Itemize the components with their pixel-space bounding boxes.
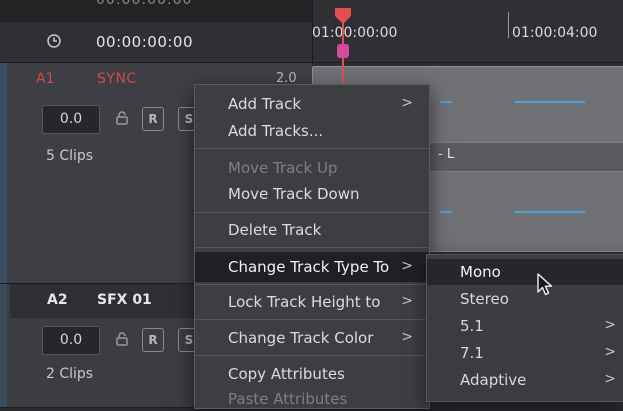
submenu-item-7-1[interactable]: 7.1 > bbox=[427, 340, 623, 366]
waveform-segment bbox=[440, 101, 452, 103]
chevron-right-icon: > bbox=[604, 317, 616, 333]
submenu-item-stereo[interactable]: Stereo bbox=[427, 286, 623, 312]
playhead-handle[interactable] bbox=[334, 8, 352, 24]
menu-item-copy-attributes[interactable]: Copy Attributes bbox=[195, 362, 429, 386]
menu-separator bbox=[195, 148, 429, 149]
track-a2-clip-count: 2 Clips bbox=[46, 366, 94, 382]
menu-item-add-track[interactable]: Add Track > bbox=[195, 92, 429, 116]
menu-separator bbox=[195, 212, 429, 213]
track-a2-record-button[interactable]: R bbox=[142, 328, 164, 352]
track-a1-volume-field[interactable]: 0.0 bbox=[42, 105, 100, 134]
track-a2-name[interactable]: SFX 01 bbox=[97, 292, 152, 308]
top-timecode-row: 00:00:00:00 bbox=[0, 0, 312, 23]
menu-separator bbox=[195, 247, 429, 248]
track-a2-code: A2 bbox=[47, 292, 68, 308]
track-a1-code: A1 bbox=[36, 71, 55, 87]
chevron-right-icon: > bbox=[401, 329, 413, 345]
menu-item-add-tracks[interactable]: Add Tracks... bbox=[195, 119, 429, 143]
menu-item-paste-attributes[interactable]: Paste Attributes bbox=[195, 387, 429, 411]
menu-item-change-track-type[interactable]: Change Track Type To > bbox=[195, 252, 429, 282]
chevron-right-icon: > bbox=[604, 344, 616, 360]
clipped-timecode: 00:00:00:00 bbox=[96, 0, 193, 8]
ruler-timecode-1: 01:00:00:00 bbox=[312, 25, 398, 41]
lock-icon[interactable] bbox=[114, 331, 130, 347]
track-a2-color-strip bbox=[0, 284, 7, 407]
track-a1-clip-count: 5 Clips bbox=[46, 148, 94, 164]
submenu-item-mono[interactable]: Mono bbox=[427, 259, 623, 285]
menu-item-lock-track-height[interactable]: Lock Track Height to > bbox=[195, 290, 429, 314]
timeline-marker[interactable] bbox=[337, 44, 349, 58]
submenu-item-adaptive[interactable]: Adaptive > bbox=[427, 367, 623, 393]
ruler-timecode-2: 01:00:04:00 bbox=[512, 25, 598, 41]
lock-icon[interactable] bbox=[114, 110, 130, 126]
menu-item-move-track-down[interactable]: Move Track Down bbox=[195, 182, 429, 206]
menu-separator bbox=[195, 355, 429, 356]
menu-item-delete-track[interactable]: Delete Track bbox=[195, 218, 429, 242]
mouse-cursor-icon bbox=[537, 273, 553, 296]
track-a1-name[interactable]: SYNC bbox=[97, 71, 137, 87]
clock-icon bbox=[47, 34, 61, 48]
track-a2-volume-field[interactable]: 0.0 bbox=[42, 326, 100, 355]
chevron-right-icon: > bbox=[401, 293, 413, 309]
submenu-item-5-1[interactable]: 5.1 > bbox=[427, 313, 623, 339]
timecode-row: 00:00:00:00 bbox=[0, 22, 312, 63]
waveform-segment bbox=[440, 211, 452, 213]
track-type-submenu: Mono Stereo 5.1 > 7.1 > Adaptive > bbox=[426, 254, 623, 402]
menu-separator bbox=[195, 284, 429, 285]
chevron-right-icon: > bbox=[401, 95, 413, 111]
current-timecode[interactable]: 00:00:00:00 bbox=[96, 33, 193, 51]
waveform-segment bbox=[515, 101, 585, 103]
audio-clip-label: - L bbox=[438, 147, 455, 162]
waveform-segment bbox=[515, 211, 585, 213]
menu-item-change-track-color[interactable]: Change Track Color > bbox=[195, 326, 429, 350]
track-context-menu: Add Track > Add Tracks... Move Track Up … bbox=[194, 84, 430, 409]
track-a1-record-button[interactable]: R bbox=[142, 107, 164, 131]
ruler-tick bbox=[508, 12, 509, 38]
track-a1-color-strip bbox=[0, 63, 7, 283]
chevron-right-icon: > bbox=[401, 258, 413, 274]
menu-item-move-track-up[interactable]: Move Track Up bbox=[195, 156, 429, 180]
menu-separator bbox=[195, 319, 429, 320]
chevron-right-icon: > bbox=[604, 371, 616, 387]
